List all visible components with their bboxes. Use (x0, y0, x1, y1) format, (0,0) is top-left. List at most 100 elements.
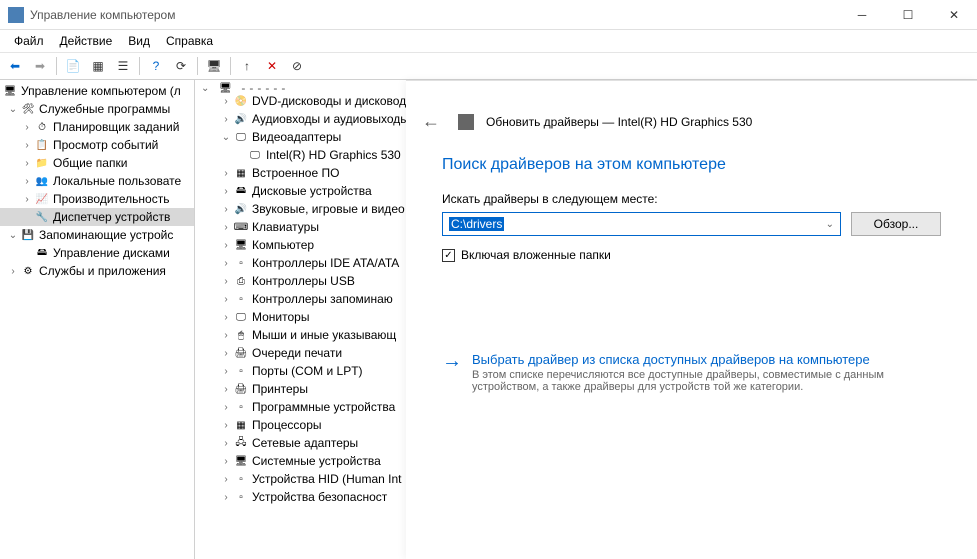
tree-root[interactable]: Управление компьютером (л (0, 82, 194, 100)
controller-icon (233, 255, 249, 271)
list-button[interactable]: ☰ (112, 55, 134, 77)
search-label: Искать драйверы в следующем месте: (442, 192, 941, 206)
chevron-down-icon[interactable]: ⌄ (826, 219, 834, 230)
tree-disk-mgmt[interactable]: Управление дисками (0, 244, 194, 262)
refresh-button[interactable]: ⟳ (170, 55, 192, 77)
printer-icon (233, 381, 249, 397)
tree-task-scheduler[interactable]: › Планировщик заданий (0, 118, 194, 136)
hid-icon (233, 471, 249, 487)
browse-button[interactable]: Обзор... (851, 212, 941, 236)
cpu-icon (233, 417, 249, 433)
menu-file[interactable]: Файл (6, 32, 52, 50)
pick-from-list-link[interactable]: → Выбрать драйвер из списка доступных др… (406, 342, 977, 403)
display-icon (233, 129, 249, 145)
up-button[interactable]: 📄 (62, 55, 84, 77)
properties-button[interactable]: ▦ (87, 55, 109, 77)
tree-services-tools[interactable]: ⌄ Служебные программы (0, 100, 194, 118)
expand-icon[interactable]: › (6, 266, 20, 277)
expand-icon[interactable]: › (219, 168, 233, 179)
menu-help[interactable]: Справка (158, 32, 221, 50)
expand-icon[interactable]: › (20, 194, 34, 205)
keyboard-icon (233, 219, 249, 235)
help-button[interactable]: ? (145, 55, 167, 77)
tree-local-users[interactable]: › Локальные пользовате (0, 172, 194, 190)
collapse-icon[interactable]: ⌄ (201, 83, 209, 94)
tree-event-viewer[interactable]: › Просмотр событий (0, 136, 194, 154)
disk-icon (34, 245, 50, 261)
expand-icon[interactable]: › (20, 176, 34, 187)
computer-icon (233, 237, 249, 253)
expand-icon[interactable]: › (219, 240, 233, 251)
chip-icon (233, 165, 249, 181)
controller-icon (233, 291, 249, 307)
app-icon (8, 7, 24, 23)
window-title: Управление компьютером (30, 8, 839, 22)
computer-icon (2, 83, 18, 99)
close-button[interactable]: ✕ (931, 0, 977, 30)
mouse-icon (233, 327, 249, 343)
tools-icon (20, 101, 36, 117)
expand-icon[interactable]: › (219, 438, 233, 449)
device-icon (34, 209, 50, 225)
scan-button[interactable]: 🖥 (203, 55, 225, 77)
expand-icon[interactable]: › (219, 456, 233, 467)
monitor-icon (233, 309, 249, 325)
update-button[interactable]: ↑ (236, 55, 258, 77)
menu-action[interactable]: Действие (52, 32, 121, 50)
expand-icon[interactable]: › (219, 492, 233, 503)
forward-button[interactable]: ➡ (29, 55, 51, 77)
navigation-tree: Управление компьютером (л ⌄ Служебные пр… (0, 80, 195, 559)
expand-icon[interactable]: › (219, 474, 233, 485)
expand-icon[interactable]: › (219, 204, 233, 215)
expand-icon[interactable]: › (219, 366, 233, 377)
expand-icon[interactable]: › (20, 140, 34, 151)
arrow-right-icon: → (442, 352, 462, 393)
expand-icon[interactable]: › (219, 294, 233, 305)
hdd-icon (233, 183, 249, 199)
include-subfolders-checkbox[interactable]: ✓ Включая вложенные папки (442, 248, 941, 262)
clock-icon (34, 119, 50, 135)
expand-icon[interactable]: › (219, 258, 233, 269)
expand-icon[interactable]: › (219, 96, 233, 107)
display-icon (247, 147, 263, 163)
software-icon (233, 399, 249, 415)
expand-icon[interactable]: › (20, 158, 34, 169)
expand-icon[interactable]: › (219, 114, 233, 125)
back-button[interactable]: ⬅ (4, 55, 26, 77)
expand-icon[interactable]: › (219, 276, 233, 287)
security-icon (233, 489, 249, 505)
performance-icon (34, 191, 50, 207)
collapse-icon[interactable]: ⌄ (6, 104, 20, 115)
update-driver-dialog: ← Обновить драйверы — Intel(R) HD Graphi… (406, 80, 977, 559)
expand-icon[interactable]: › (219, 348, 233, 359)
expand-icon[interactable]: › (219, 222, 233, 233)
minimize-button[interactable]: ─ (839, 0, 885, 30)
disable-button[interactable]: ✕ (261, 55, 283, 77)
expand-icon[interactable]: › (219, 330, 233, 341)
collapse-icon[interactable]: ⌄ (6, 230, 20, 241)
tree-device-manager[interactable]: Диспетчер устройств (0, 208, 194, 226)
maximize-button[interactable]: ☐ (885, 0, 931, 30)
tree-shared-folders[interactable]: › Общие папки (0, 154, 194, 172)
folder-icon (34, 155, 50, 171)
printer-icon (233, 345, 249, 361)
tree-services-apps[interactable]: › Службы и приложения (0, 262, 194, 280)
collapse-icon[interactable]: ⌄ (219, 132, 233, 143)
path-value: C:\drivers (449, 217, 504, 231)
uninstall-button[interactable]: ⊘ (286, 55, 308, 77)
tree-storage[interactable]: ⌄ Запоминающие устройс (0, 226, 194, 244)
expand-icon[interactable]: › (219, 186, 233, 197)
path-combobox[interactable]: C:\drivers ⌄ (442, 212, 841, 236)
expand-icon[interactable]: › (219, 384, 233, 395)
expand-icon[interactable]: › (20, 122, 34, 133)
expand-icon[interactable]: › (219, 312, 233, 323)
system-icon (233, 453, 249, 469)
expand-icon[interactable]: › (219, 402, 233, 413)
menu-view[interactable]: Вид (120, 32, 158, 50)
tree-performance[interactable]: › Производительность (0, 190, 194, 208)
back-arrow-icon[interactable]: ← (422, 111, 446, 132)
dialog-title: Обновить драйверы — Intel(R) HD Graphics… (486, 115, 752, 129)
expand-icon[interactable]: › (219, 420, 233, 431)
checkbox-checked-icon: ✓ (442, 249, 455, 262)
users-icon (34, 173, 50, 189)
